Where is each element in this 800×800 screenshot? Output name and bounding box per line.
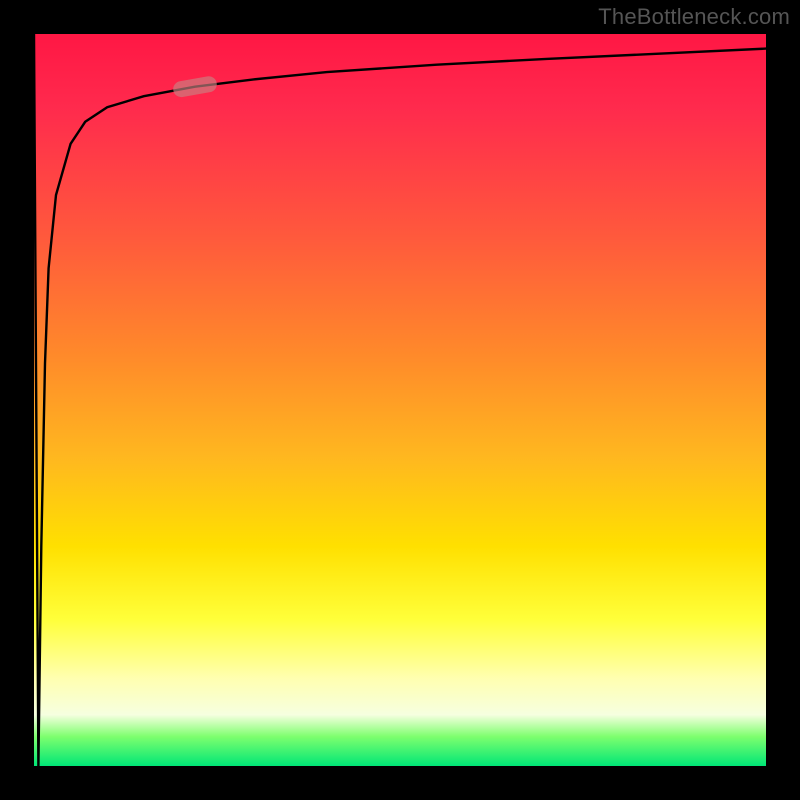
attribution-text: TheBottleneck.com (598, 4, 790, 30)
chart-svg (34, 34, 766, 766)
frame: TheBottleneck.com (0, 0, 800, 800)
highlight-marker (172, 75, 218, 98)
bottleneck-curve (34, 34, 766, 766)
